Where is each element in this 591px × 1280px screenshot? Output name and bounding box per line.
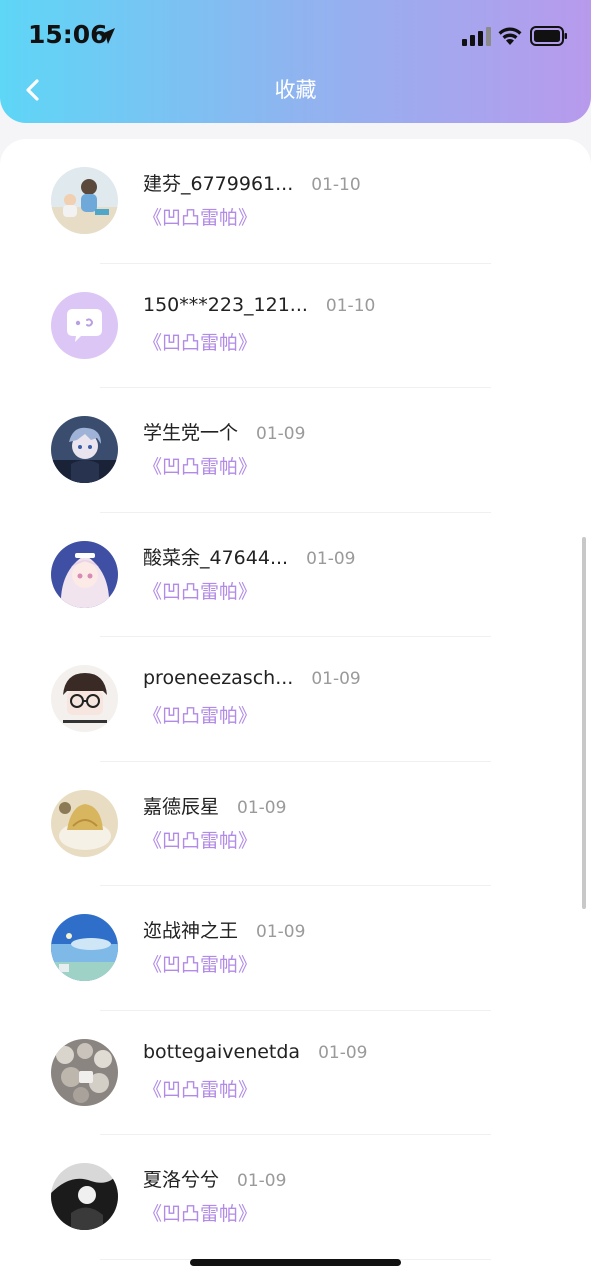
cellular-signal-icon [462,27,491,46]
list-item[interactable]: 学生党一个 01-09 《凹凸雷帕》 [0,388,591,513]
user-name: proeneezasch... [143,667,294,689]
photo-avatar-food-icon [51,789,118,857]
avatar[interactable] [51,291,118,359]
avatar[interactable] [51,540,118,608]
item-header: 迩战神之王 01-09 [143,916,305,943]
home-indicator[interactable] [190,1259,401,1266]
user-name: 建芬_6779961... [143,173,294,195]
photo-avatar-flowers-icon [51,1038,118,1106]
item-header: 夏洛兮兮 01-09 [143,1165,286,1192]
page-title: 收藏 [274,78,317,102]
item-header: 建芬_6779961... 01-10 [143,169,361,196]
avatar[interactable] [51,1038,118,1106]
user-name: 迩战神之王 [143,920,239,942]
user-name: 夏洛兮兮 [143,1169,220,1191]
photo-avatar-bw-icon [51,1163,118,1230]
list-item[interactable]: 迩战神之王 01-09 《凹凸雷帕》 [0,886,591,1011]
work-title[interactable]: 《凹凸雷帕》 [143,452,257,479]
user-name: 酸菜余_47644... [143,546,289,569]
header-bar: 15:06 收藏 [0,0,591,123]
item-header: bottegaivenetda 01-09 [143,1041,367,1063]
item-date: 01-10 [325,295,376,316]
item-header: 150***223_121... 01-10 [143,294,375,316]
item-date: 01-09 [318,1042,368,1063]
anime-avatar-dark-icon [51,416,118,483]
user-name: 学生党一个 [143,422,239,444]
avatar[interactable] [51,1163,118,1230]
work-title[interactable]: 《凹凸雷帕》 [143,701,257,728]
item-header: 嘉德辰星 01-09 [143,792,286,819]
user-name: bottegaivenetda [143,1040,301,1063]
item-header: proeneezasch... 01-09 [143,667,361,689]
avatar[interactable] [51,789,118,857]
scrollbar[interactable] [582,537,586,909]
work-title[interactable]: 《凹凸雷帕》 [143,1199,257,1226]
status-bar: 15:06 [0,0,591,72]
user-name: 150***223_121... [143,293,308,316]
favorites-list-card: 建芬_6779961... 01-10 《凹凸雷帕》 150***223_121… [0,139,591,1280]
avatar[interactable] [51,167,118,234]
location-arrow-icon [99,28,115,44]
list-item[interactable]: 夏洛兮兮 01-09 《凹凸雷帕》 [0,1135,591,1260]
photo-avatar-child-icon [51,167,118,234]
item-date: 01-10 [311,175,361,195]
item-date: 01-09 [256,424,306,444]
item-header: 酸菜余_47644... 01-09 [143,543,355,570]
status-time: 15:06 [28,20,108,49]
work-title[interactable]: 《凹凸雷帕》 [143,950,257,977]
default-chat-avatar-icon [51,291,118,359]
user-name: 嘉德辰星 [143,795,220,818]
list-item[interactable]: bottegaivenetda 01-09 《凹凸雷帕》 [0,1011,591,1135]
anime-avatar-maid-icon [51,540,118,608]
photo-avatar-glasses-icon [51,665,118,732]
avatar[interactable] [51,914,118,981]
wifi-icon [498,27,522,45]
avatar[interactable] [51,665,118,732]
favorites-list: 建芬_6779961... 01-10 《凹凸雷帕》 150***223_121… [0,139,591,1260]
item-date: 01-09 [311,669,361,689]
list-item[interactable]: 150***223_121... 01-10 《凹凸雷帕》 [0,264,591,388]
photo-avatar-sky-icon [51,914,118,981]
avatar[interactable] [51,416,118,483]
work-title[interactable]: 《凹凸雷帕》 [143,1075,257,1102]
work-title[interactable]: 《凹凸雷帕》 [143,328,257,355]
list-item[interactable]: proeneezasch... 01-09 《凹凸雷帕》 [0,637,591,762]
list-item[interactable]: 建芬_6779961... 01-10 《凹凸雷帕》 [0,139,591,264]
list-item[interactable]: 嘉德辰星 01-09 《凹凸雷帕》 [0,762,591,886]
item-date: 01-09 [237,1171,287,1191]
item-date: 01-09 [256,922,306,942]
work-title[interactable]: 《凹凸雷帕》 [143,203,257,230]
work-title[interactable]: 《凹凸雷帕》 [143,826,257,853]
list-item[interactable]: 酸菜余_47644... 01-09 《凹凸雷帕》 [0,513,591,637]
item-header: 学生党一个 01-09 [143,418,305,445]
work-title[interactable]: 《凹凸雷帕》 [143,577,257,604]
item-date: 01-09 [237,797,287,818]
battery-icon [530,26,567,46]
item-date: 01-09 [306,548,356,569]
